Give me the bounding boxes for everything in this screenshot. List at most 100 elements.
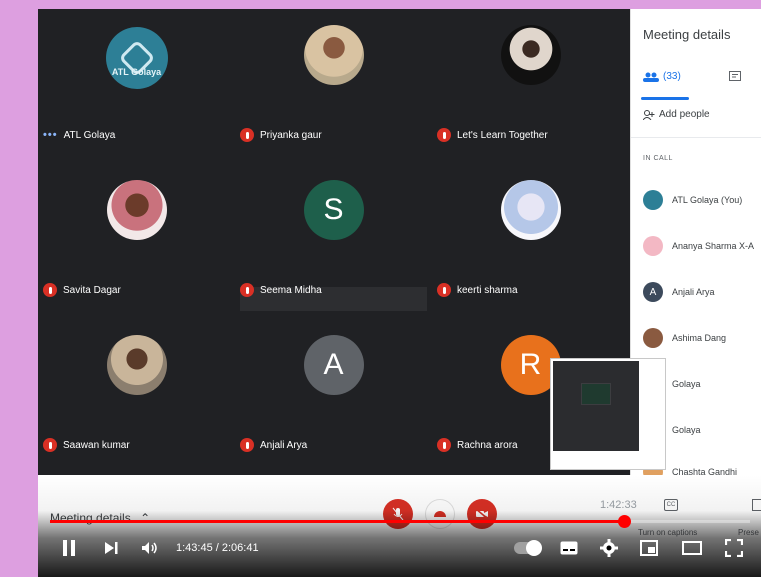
participant-name: Savita Dagar xyxy=(63,284,121,296)
participant-name: Rachna arora xyxy=(457,439,518,451)
avatar xyxy=(643,328,663,348)
avatar xyxy=(643,236,663,256)
present-label[interactable]: Prese xyxy=(738,528,759,537)
preview-screen xyxy=(581,383,611,405)
participant-name: ATL Golaya xyxy=(63,129,116,141)
end-call-button[interactable] xyxy=(425,499,455,529)
participant-tile-4[interactable]: Savita Dagar xyxy=(38,164,235,319)
participant-name-label: Saawan kumar xyxy=(43,436,130,454)
avatar xyxy=(643,190,663,210)
people-list-item[interactable]: Ashima Dang xyxy=(643,327,726,349)
participant-photo-avatar xyxy=(500,180,561,240)
volume-icon xyxy=(142,542,157,554)
preview-stage xyxy=(553,361,639,451)
autoplay-toggle[interactable] xyxy=(514,540,542,556)
add-people-button[interactable]: Add people xyxy=(643,109,710,120)
atl-golaya-logo-avatar: ATL Golaya xyxy=(105,27,168,89)
video-preview-thumbnail xyxy=(551,359,665,469)
participant-name-label: Priyanka gaur xyxy=(240,126,322,144)
more-dots-icon: ••• xyxy=(43,129,58,141)
meeting-clock: 1:42:33 xyxy=(600,499,637,511)
chat-icon[interactable] xyxy=(729,71,741,83)
meet-control-bar: Meeting details ⌃ 1:42:33 CC Turn on cap… xyxy=(38,475,761,577)
participant-name-label: Anjali Arya xyxy=(240,436,307,454)
people-list-item[interactable]: A Anjali Arya xyxy=(643,281,715,303)
mic-off-icon xyxy=(43,438,57,452)
in-call-heading: IN CALL xyxy=(643,155,673,162)
next-button[interactable] xyxy=(102,539,120,557)
participant-name-label: Let's Learn Together xyxy=(437,126,548,144)
tab-indicator xyxy=(641,97,689,100)
participant-name: keerti sharma xyxy=(457,284,518,296)
participant-grid: ATL Golaya ••• ATL Golaya Priyanka gaur … xyxy=(38,9,630,475)
pause-icon xyxy=(63,540,75,556)
participant-tile-8[interactable]: A Anjali Arya xyxy=(235,319,432,474)
people-icon xyxy=(643,72,659,82)
person-name: Golaya xyxy=(672,425,701,435)
captions-icon[interactable]: CC xyxy=(664,499,678,511)
preview-sidebar xyxy=(639,361,663,451)
participant-photo-avatar xyxy=(303,25,364,85)
panel-title: Meeting details xyxy=(643,27,731,42)
participant-name-label: Seema Midha xyxy=(240,281,322,299)
mic-toggle-button[interactable] xyxy=(383,499,413,529)
person-name: Golaya xyxy=(672,379,701,389)
time-display: 1:43:45 / 2:06:41 xyxy=(176,542,259,554)
add-person-icon xyxy=(643,109,655,120)
participant-tile-3[interactable]: Let's Learn Together xyxy=(432,9,629,164)
progress-played xyxy=(50,520,624,523)
add-people-label: Add people xyxy=(659,109,710,120)
participant-name: Seema Midha xyxy=(260,284,322,296)
participant-tile-1[interactable]: ATL Golaya ••• ATL Golaya xyxy=(38,9,235,164)
mic-off-icon xyxy=(437,438,451,452)
present-icon[interactable] xyxy=(752,499,761,511)
participant-tile-6[interactable]: keerti sharma xyxy=(432,164,629,319)
participant-name: Anjali Arya xyxy=(260,439,308,451)
person-name: Ashima Dang xyxy=(672,333,727,343)
people-list-item[interactable]: ATL Golaya (You) xyxy=(643,189,742,211)
people-count: (33) xyxy=(663,71,681,82)
subtitles-icon xyxy=(560,541,578,555)
participant-photo-avatar xyxy=(106,180,167,240)
participant-name-label: Savita Dagar xyxy=(43,281,121,299)
person-name: Ananya Sharma X-A xyxy=(672,241,755,251)
avatar-letter: A xyxy=(323,348,344,381)
person-name: Anjali Arya xyxy=(672,287,715,297)
pause-button[interactable] xyxy=(60,538,78,558)
miniplayer-button[interactable] xyxy=(639,539,659,557)
camera-toggle-button[interactable] xyxy=(467,499,497,529)
volume-button[interactable] xyxy=(140,539,160,557)
miniplayer-icon xyxy=(640,540,658,556)
mic-off-icon xyxy=(43,283,57,297)
mic-off-icon xyxy=(240,438,254,452)
participant-tile-5[interactable]: S Seema Midha xyxy=(235,164,432,319)
mic-off-icon xyxy=(240,128,254,142)
fullscreen-button[interactable] xyxy=(724,538,744,558)
participant-name: Priyanka gaur xyxy=(260,129,322,141)
settings-icon xyxy=(600,539,618,557)
participant-name-label: keerti sharma xyxy=(437,281,518,299)
progress-bar[interactable] xyxy=(50,515,750,528)
subtitles-button[interactable] xyxy=(559,539,579,557)
letter-avatar: A xyxy=(303,335,364,395)
participant-tile-2[interactable]: Priyanka gaur xyxy=(235,9,432,164)
logo-text: ATL Golaya xyxy=(111,67,162,77)
scrubber-handle[interactable] xyxy=(618,515,631,528)
mic-off-icon xyxy=(437,128,451,142)
theater-mode-button[interactable] xyxy=(681,539,703,557)
participant-photo-avatar xyxy=(106,335,167,395)
people-list-item[interactable]: Ananya Sharma X-A xyxy=(643,235,754,257)
camera-off-icon xyxy=(475,508,489,520)
captions-label[interactable]: Turn on captions xyxy=(638,528,697,537)
mic-off-icon xyxy=(392,507,404,521)
participant-name: Saawan kumar xyxy=(63,439,130,451)
mic-off-icon xyxy=(240,283,254,297)
avatar: A xyxy=(643,282,663,302)
participant-tile-7[interactable]: Saawan kumar xyxy=(38,319,235,474)
preview-controls xyxy=(553,451,663,467)
tab-people[interactable]: (33) xyxy=(643,71,681,82)
participant-name-label: Rachna arora xyxy=(437,436,518,454)
settings-button[interactable] xyxy=(599,539,619,557)
divider xyxy=(631,137,761,138)
letter-avatar: S xyxy=(303,180,364,240)
